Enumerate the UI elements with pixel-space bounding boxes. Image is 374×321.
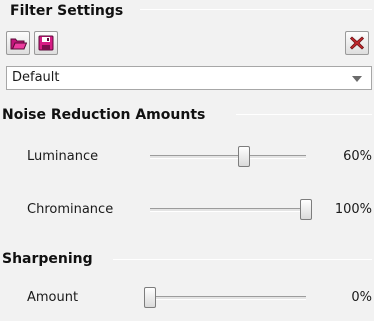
chrominance-value: 100%	[334, 202, 372, 217]
chrominance-slider-track[interactable]	[150, 208, 306, 212]
chevron-down-icon[interactable]	[352, 76, 362, 82]
save-preset-button[interactable]	[34, 31, 58, 55]
amount-label: Amount	[27, 290, 79, 305]
filter-settings-title: Filter Settings	[10, 3, 128, 19]
open-preset-button[interactable]	[6, 31, 30, 55]
chrominance-label: Chrominance	[27, 202, 114, 217]
sharpening-title: Sharpening	[2, 251, 97, 267]
amount-slider-thumb[interactable]	[144, 287, 156, 308]
folder-open-icon	[10, 36, 27, 51]
preset-dropdown[interactable]: Default	[6, 66, 372, 90]
noise-reduction-title: Noise Reduction Amounts	[2, 107, 210, 123]
luminance-label: Luminance	[27, 149, 99, 164]
amount-value: 0%	[351, 290, 372, 305]
floppy-disk-icon	[38, 35, 54, 51]
sharpening-rule	[113, 259, 372, 260]
luminance-value: 60%	[343, 149, 372, 164]
filter-settings-rule	[140, 9, 372, 10]
amount-slider-track[interactable]	[150, 296, 306, 300]
chrominance-slider-thumb[interactable]	[300, 199, 312, 220]
close-x-icon	[349, 35, 365, 51]
noise-reduction-rule	[236, 114, 372, 115]
luminance-slider-track[interactable]	[150, 155, 306, 159]
luminance-slider-thumb[interactable]	[237, 146, 250, 167]
remove-preset-button[interactable]	[345, 31, 369, 55]
preset-dropdown-value: Default	[12, 70, 60, 85]
